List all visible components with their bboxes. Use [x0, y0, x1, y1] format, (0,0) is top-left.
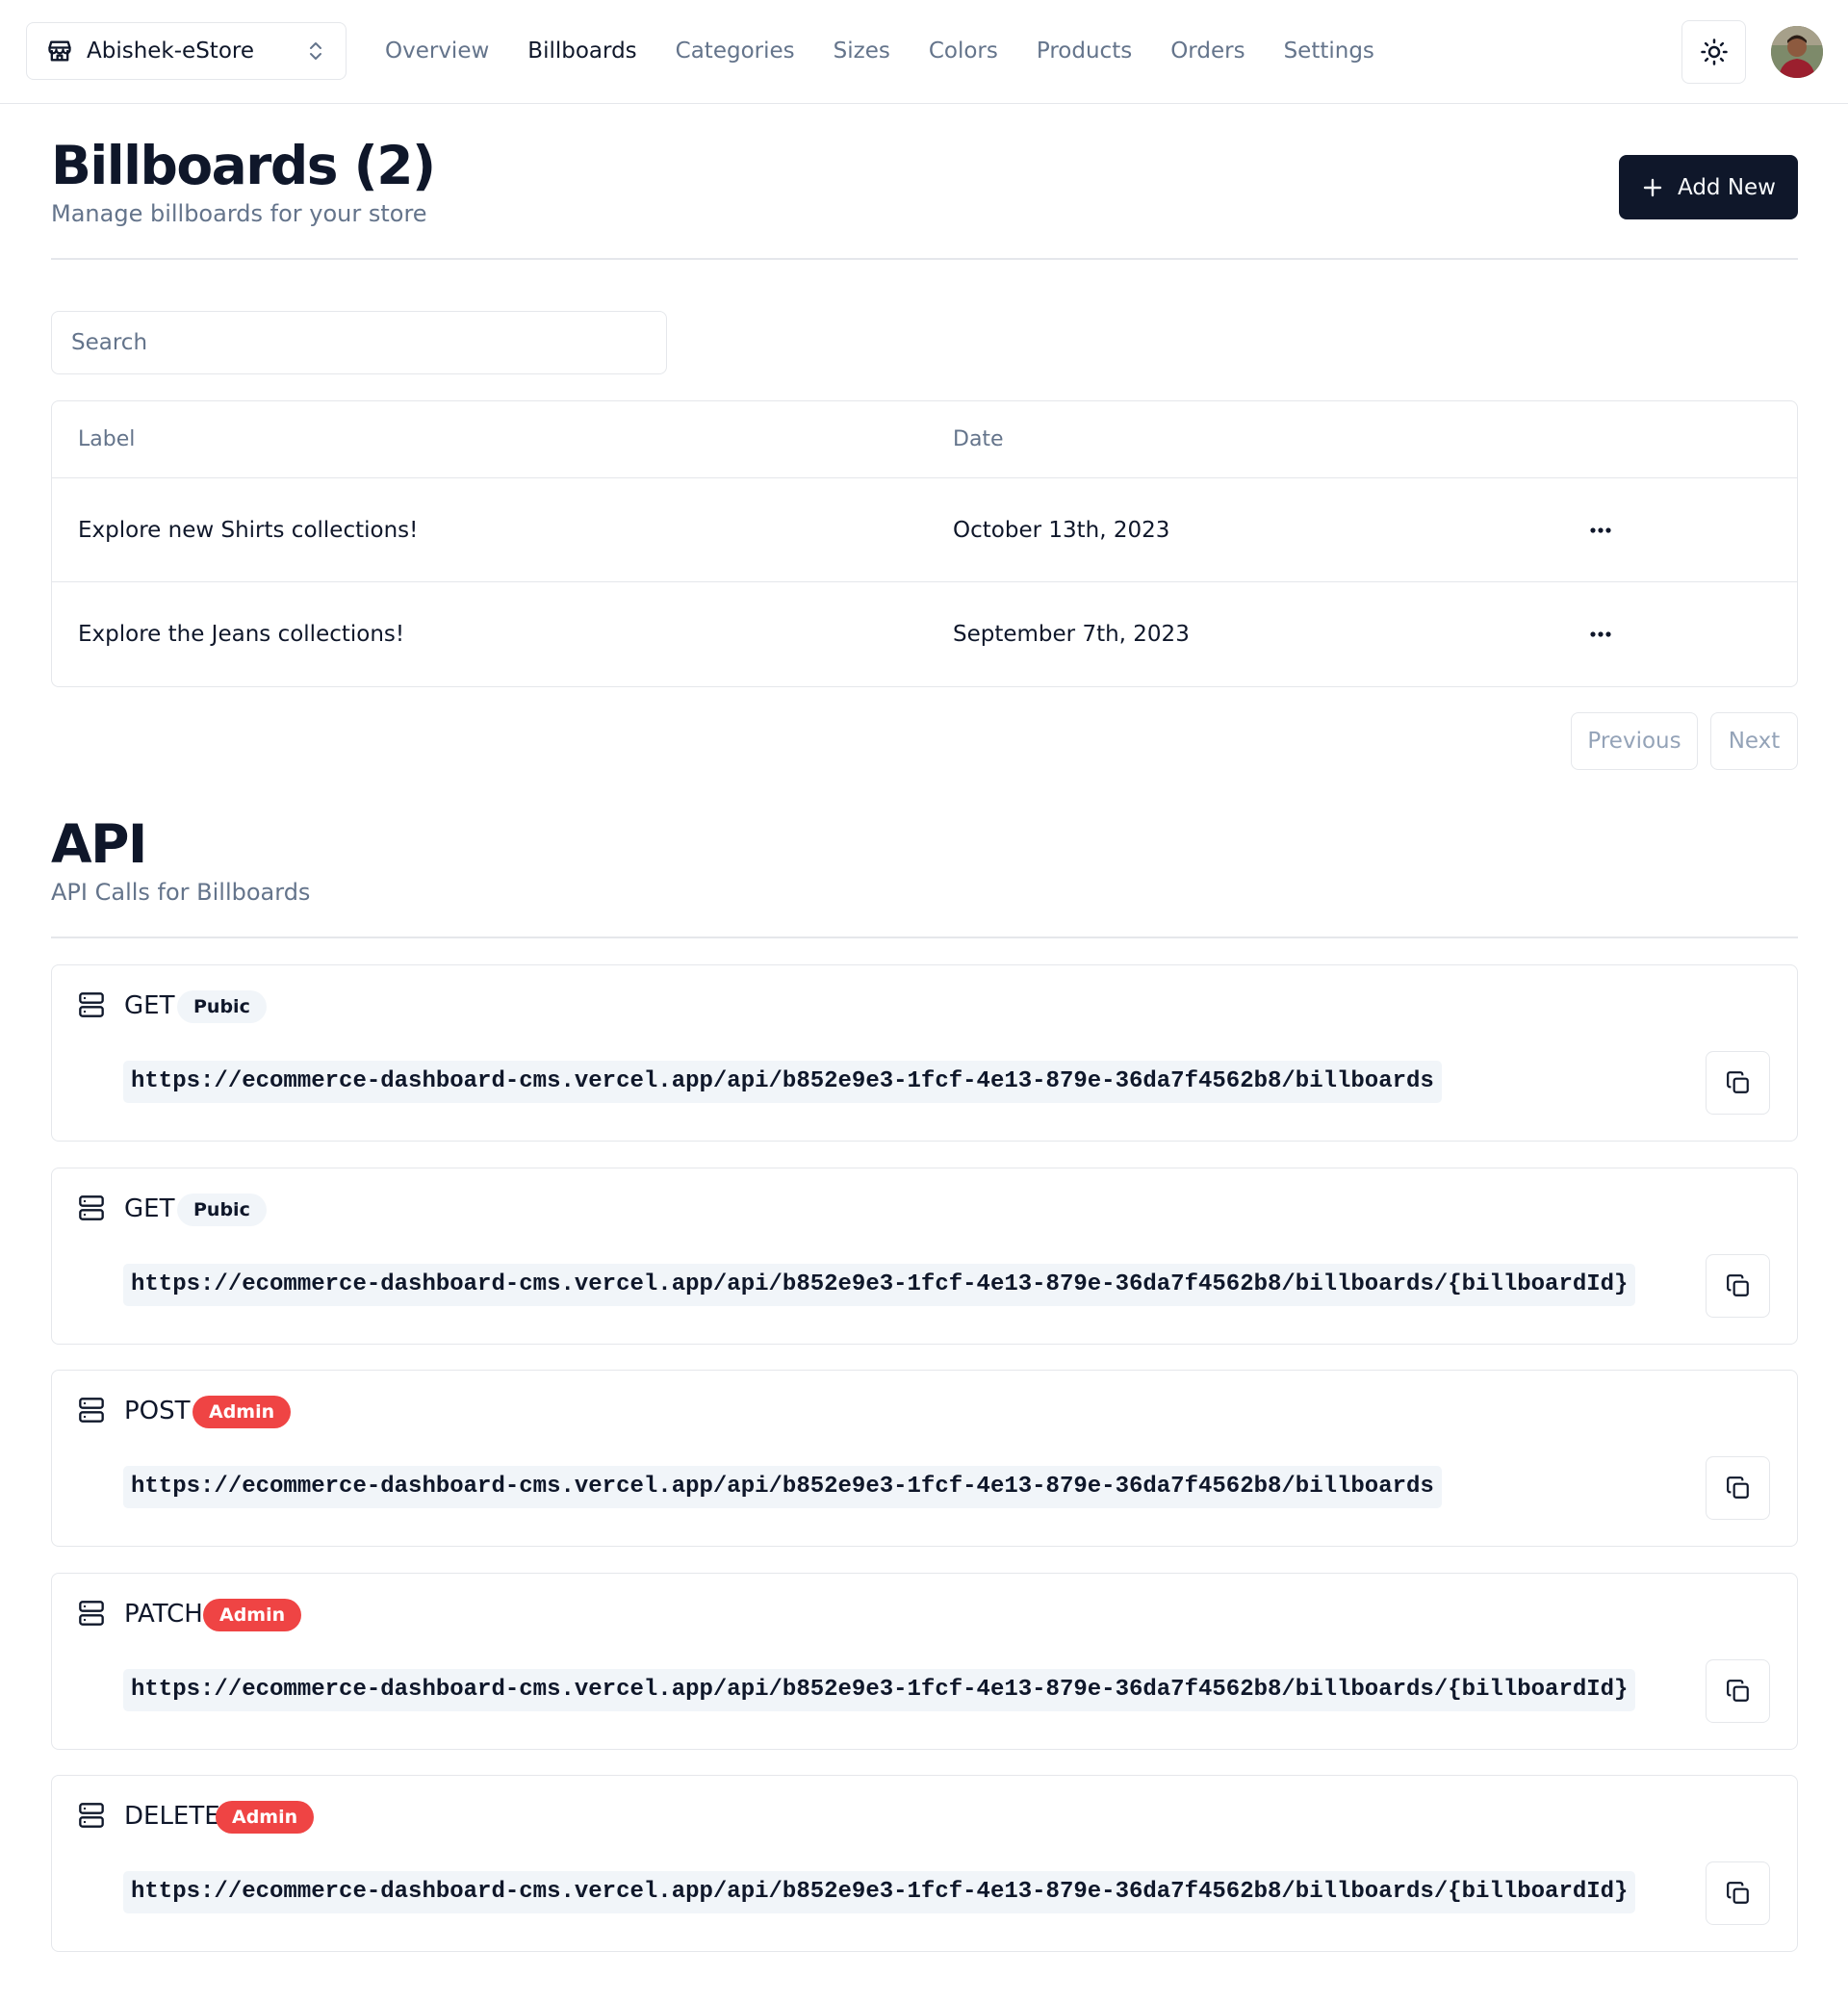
server-icon — [78, 991, 105, 1018]
api-endpoint-card: POST Admin https://ecommerce-dashboard-c… — [51, 1370, 1798, 1547]
api-method: DELETE — [124, 1802, 220, 1831]
nav-orders[interactable]: Orders — [1170, 38, 1245, 64]
api-method: PATCH — [124, 1600, 203, 1629]
table-row: Explore new Shirts collections! October … — [52, 478, 1797, 582]
store-switcher[interactable]: Abishek-eStore — [26, 22, 346, 80]
search-input[interactable] — [51, 311, 667, 374]
api-url: https://ecommerce-dashboard-cms.vercel.a… — [123, 1264, 1636, 1306]
header-divider — [51, 258, 1798, 260]
row-actions-button[interactable] — [1579, 615, 1622, 654]
access-badge: Admin — [216, 1801, 315, 1834]
api-method: POST — [124, 1397, 191, 1425]
access-badge: Pubic — [177, 1194, 267, 1226]
api-section-subtitle: API Calls for Billboards — [51, 879, 311, 906]
nav-colors[interactable]: Colors — [929, 38, 998, 64]
page-subtitle: Manage billboards for your store — [51, 200, 427, 227]
copy-icon — [1726, 1679, 1751, 1704]
api-method: GET — [124, 1194, 175, 1223]
nav-sizes[interactable]: Sizes — [834, 38, 890, 64]
api-url: https://ecommerce-dashboard-cms.vercel.a… — [123, 1871, 1636, 1913]
row-label: Explore new Shirts collections! — [78, 518, 419, 543]
row-actions-button[interactable] — [1579, 511, 1622, 550]
api-divider — [51, 937, 1798, 938]
sun-icon — [1700, 38, 1729, 66]
copy-url-button[interactable] — [1706, 1254, 1770, 1318]
server-icon — [78, 1802, 105, 1829]
api-endpoint-card: DELETE Admin https://ecommerce-dashboard… — [51, 1775, 1798, 1952]
copy-url-button[interactable] — [1706, 1456, 1770, 1520]
api-endpoint-card: GET Pubic https://ecommerce-dashboard-cm… — [51, 964, 1798, 1142]
server-icon — [78, 1600, 105, 1627]
copy-icon — [1726, 1070, 1751, 1095]
row-label: Explore the Jeans collections! — [78, 622, 405, 647]
nav-categories[interactable]: Categories — [676, 38, 795, 64]
row-date: September 7th, 2023 — [953, 622, 1190, 647]
column-header-label: Label — [78, 427, 136, 451]
row-date: October 13th, 2023 — [953, 518, 1170, 543]
copy-icon — [1726, 1476, 1751, 1501]
store-name: Abishek-eStore — [87, 38, 254, 64]
server-icon — [78, 1194, 105, 1221]
store-icon — [46, 38, 73, 64]
copy-icon — [1726, 1273, 1751, 1298]
api-endpoint-card: PATCH Admin https://ecommerce-dashboard-… — [51, 1573, 1798, 1750]
table-header: Label Date — [52, 401, 1797, 478]
page-title: Billboards (2) — [51, 135, 436, 196]
access-badge: Pubic — [177, 990, 267, 1023]
api-endpoint-card: GET Pubic https://ecommerce-dashboard-cm… — [51, 1168, 1798, 1345]
copy-url-button[interactable] — [1706, 1861, 1770, 1925]
api-section-title: API — [51, 813, 147, 875]
main-nav: Overview Billboards Categories Sizes Col… — [385, 0, 1413, 102]
top-navbar: Abishek-eStore Overview Billboards Categ… — [0, 0, 1848, 104]
nav-billboards[interactable]: Billboards — [527, 38, 636, 64]
plus-icon — [1641, 176, 1664, 199]
api-url: https://ecommerce-dashboard-cms.vercel.a… — [123, 1669, 1636, 1711]
table-row: Explore the Jeans collections! September… — [52, 582, 1797, 686]
previous-page-button[interactable]: Previous — [1571, 712, 1698, 770]
user-avatar[interactable] — [1771, 26, 1823, 78]
theme-toggle-button[interactable] — [1681, 20, 1746, 84]
nav-products[interactable]: Products — [1037, 38, 1132, 64]
api-url: https://ecommerce-dashboard-cms.vercel.a… — [123, 1466, 1442, 1508]
copy-url-button[interactable] — [1706, 1051, 1770, 1115]
copy-icon — [1726, 1881, 1751, 1906]
nav-settings[interactable]: Settings — [1284, 38, 1374, 64]
column-header-date: Date — [953, 427, 1004, 451]
more-horizontal-icon — [1589, 526, 1612, 534]
next-page-button[interactable]: Next — [1710, 712, 1798, 770]
add-new-button[interactable]: Add New — [1619, 155, 1798, 219]
access-badge: Admin — [203, 1599, 302, 1631]
more-horizontal-icon — [1589, 630, 1612, 638]
server-icon — [78, 1397, 105, 1424]
nav-overview[interactable]: Overview — [385, 38, 489, 64]
copy-url-button[interactable] — [1706, 1659, 1770, 1723]
api-method: GET — [124, 991, 175, 1020]
add-new-label: Add New — [1677, 174, 1776, 200]
billboards-table: Label Date Explore new Shirts collection… — [51, 400, 1798, 687]
chevrons-up-down-icon — [305, 38, 326, 64]
api-url: https://ecommerce-dashboard-cms.vercel.a… — [123, 1061, 1442, 1103]
access-badge: Admin — [192, 1396, 292, 1428]
